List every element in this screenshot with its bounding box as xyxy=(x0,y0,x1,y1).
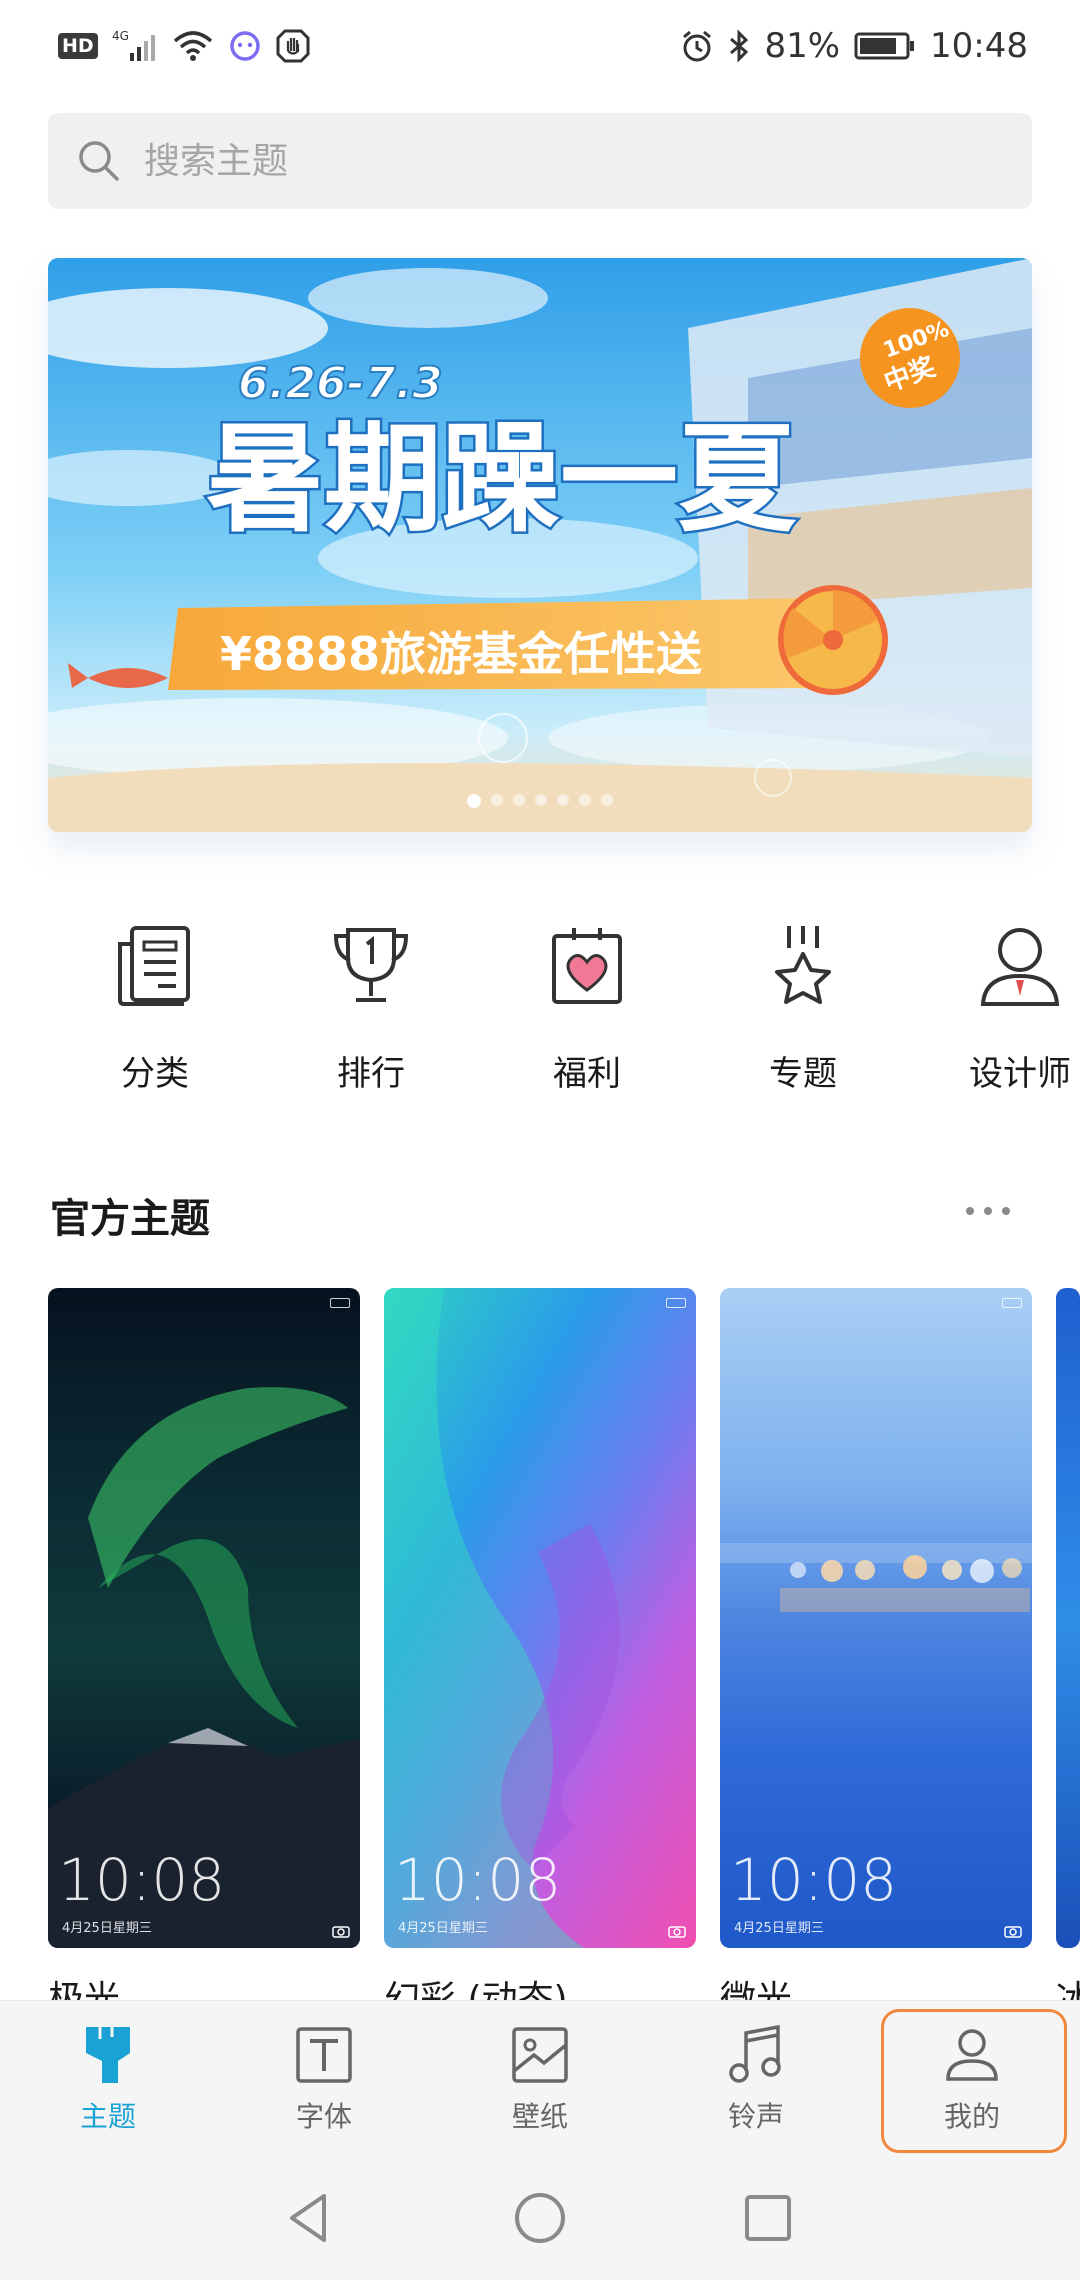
status-right: 81% 10:48 xyxy=(680,26,1028,66)
theme-brush-icon xyxy=(86,2027,130,2083)
banner-prize-text: ¥8888旅游基金任性送 xyxy=(220,627,702,681)
preview-date: 4月25日星期三 xyxy=(734,1921,824,1936)
preview-signal-icon xyxy=(60,1298,70,1308)
trophy-icon xyxy=(333,928,409,1002)
banner-headline: 暑期躁一夏 xyxy=(206,410,797,548)
pagination-dot[interactable] xyxy=(535,794,547,806)
status-bar: HD 4G 81% 10:48 xyxy=(0,0,1080,92)
shortcut-label: 排行 xyxy=(337,1054,405,1094)
pagination-dot[interactable] xyxy=(513,794,525,806)
preview-battery-icon xyxy=(1002,1298,1022,1308)
font-icon xyxy=(296,2027,352,2083)
shortcut-row: 分类 排行 福利 专题 设计师 xyxy=(0,920,1080,1110)
hd-indicator: HD xyxy=(58,33,98,59)
nav-item-font[interactable]: 字体 xyxy=(224,2001,424,2151)
preview-battery-icon xyxy=(666,1298,686,1308)
banner-pagination[interactable] xyxy=(48,794,1032,808)
banner-artwork: 6.26-7.3 暑期躁一夏 100% 中奖 ¥8888旅游基金任性送 xyxy=(48,258,1032,832)
network-type: 4G xyxy=(112,29,129,43)
shortcut-label: 福利 xyxy=(553,1054,621,1094)
search-icon xyxy=(79,141,119,181)
shortcut-ranking[interactable]: 排行 xyxy=(271,920,471,1095)
bluetooth-icon xyxy=(728,29,750,63)
shortcut-label: 专题 xyxy=(769,1054,837,1094)
hand-icon xyxy=(276,29,310,63)
music-note-icon xyxy=(729,2024,781,2083)
nav-item-theme[interactable]: 主题 xyxy=(8,2001,208,2151)
preview-battery-icon xyxy=(330,1298,350,1308)
nav-label: 字体 xyxy=(295,2100,352,2133)
wifi-icon xyxy=(172,29,214,63)
shortcut-label: 分类 xyxy=(121,1054,189,1094)
more-dot xyxy=(966,1207,974,1215)
camera-icon xyxy=(332,1926,350,1938)
search-input[interactable] xyxy=(144,140,944,182)
wallpaper-icon xyxy=(512,2027,568,2083)
shortcut-category[interactable]: 分类 xyxy=(55,920,255,1095)
gift-icon xyxy=(552,928,622,1004)
clock: 10:48 xyxy=(930,26,1028,66)
home-icon[interactable] xyxy=(510,2188,570,2248)
alarm-icon xyxy=(680,29,714,63)
theme-card-ice[interactable] xyxy=(1056,1288,1080,1948)
preview-date: 4月25日星期三 xyxy=(398,1921,488,1936)
nav-item-wallpaper[interactable]: 壁纸 xyxy=(440,2001,640,2151)
theme-card-iridescent[interactable]: 10:08 4月25日星期三 xyxy=(384,1288,696,1948)
signal-icon: 4G xyxy=(112,29,158,63)
shortcut-topic[interactable]: 专题 xyxy=(703,920,903,1095)
promo-banner[interactable]: 6.26-7.3 暑期躁一夏 100% 中奖 ¥8888旅游基金任性送 xyxy=(48,258,1032,832)
shortcut-designer[interactable]: 设计师 xyxy=(920,920,1080,1095)
nav-highlight-frame xyxy=(881,2009,1067,2153)
preview-signal-icon xyxy=(732,1298,742,1308)
status-left: HD 4G xyxy=(58,29,310,63)
banner-date-range: 6.26-7.3 xyxy=(238,358,443,409)
preview-time: 10:08 xyxy=(58,1846,226,1914)
search-bar[interactable] xyxy=(48,113,1032,209)
back-icon[interactable] xyxy=(278,2188,338,2248)
battery-percent: 81% xyxy=(764,26,841,66)
theme-card-glimmer[interactable]: 10:08 4月25日星期三 xyxy=(720,1288,1032,1948)
more-button[interactable] xyxy=(966,1196,1026,1226)
camera-icon xyxy=(1004,1926,1022,1938)
shortcut-label: 设计师 xyxy=(969,1054,1071,1094)
shortcut-welfare[interactable]: 福利 xyxy=(487,920,687,1095)
section-title: 官方主题 xyxy=(50,1196,210,1242)
preview-date: 4月25日星期三 xyxy=(62,1921,152,1936)
bottom-nav: 主题 字体 壁纸 铃声 我的 xyxy=(0,2000,1080,2158)
category-icon xyxy=(118,926,190,1006)
assistant-icon xyxy=(228,29,262,63)
pagination-dot[interactable] xyxy=(601,794,613,806)
pagination-dot[interactable] xyxy=(467,794,481,808)
nav-item-ringtone[interactable]: 铃声 xyxy=(656,2001,856,2151)
more-dot xyxy=(984,1207,992,1215)
star-topic-icon xyxy=(775,926,831,1004)
pagination-dot[interactable] xyxy=(579,794,591,806)
battery-icon xyxy=(854,31,916,61)
nav-label: 铃声 xyxy=(727,2100,784,2133)
recents-icon[interactable] xyxy=(738,2188,798,2248)
camera-icon xyxy=(668,1926,686,1938)
preview-signal-icon xyxy=(396,1298,406,1308)
preview-time: 10:08 xyxy=(730,1846,898,1914)
theme-card-aurora[interactable]: 10:08 4月25日星期三 xyxy=(48,1288,360,1948)
more-dot xyxy=(1002,1207,1010,1215)
designer-icon xyxy=(980,928,1060,1006)
pagination-dot[interactable] xyxy=(491,794,503,806)
nav-label: 壁纸 xyxy=(511,2100,568,2133)
preview-time: 10:08 xyxy=(394,1846,562,1914)
nav-label: 主题 xyxy=(79,2100,136,2133)
pagination-dot[interactable] xyxy=(557,794,569,806)
system-nav-bar xyxy=(0,2158,1080,2280)
